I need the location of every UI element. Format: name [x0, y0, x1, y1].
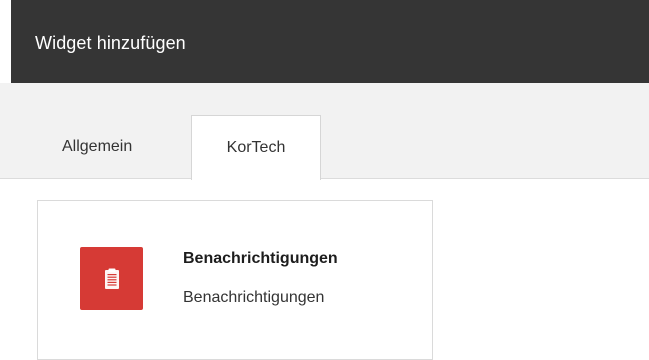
- tab-kortech[interactable]: KorTech: [191, 115, 321, 180]
- clipboard-list-icon: [104, 268, 119, 289]
- tab-allgemein-label: Allgemein: [62, 138, 133, 155]
- widget-icon-tile: [80, 247, 143, 310]
- tab-kortech-label: KorTech: [226, 139, 286, 156]
- dialog-titlebar: Widget hinzufügen: [11, 0, 649, 83]
- widget-card-benachrichtigungen[interactable]: Benachrichtigungen Benachrichtigungen: [37, 200, 433, 360]
- dialog-title: Widget hinzufügen: [35, 33, 186, 53]
- tab-bar: Allgemein KorTech: [0, 83, 649, 180]
- tab-allgemein[interactable]: Allgemein: [44, 115, 184, 179]
- widget-title: Benachrichtigungen: [183, 250, 338, 267]
- widget-subtitle: Benachrichtigungen: [183, 289, 325, 306]
